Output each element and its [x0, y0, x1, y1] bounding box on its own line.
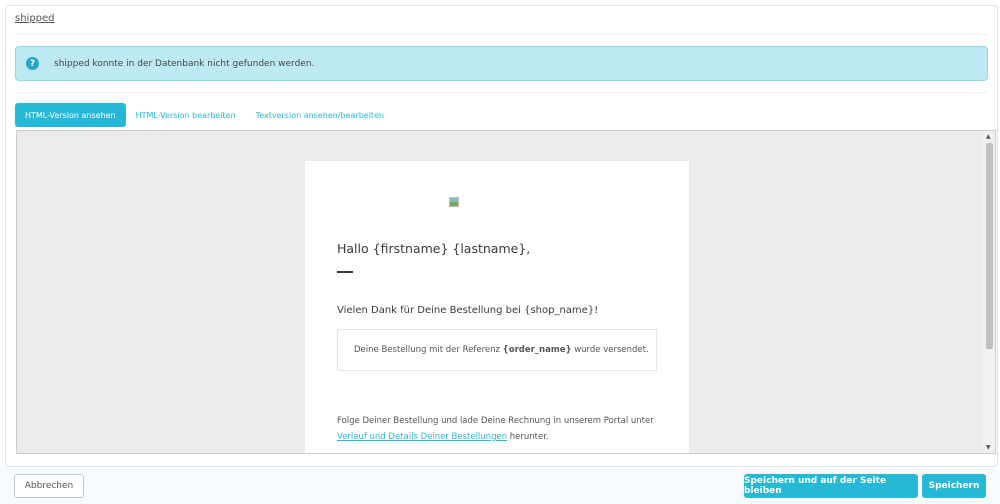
broken-logo-image-icon	[449, 197, 459, 207]
save-button[interactable]: Speichern	[922, 474, 986, 498]
box-text-pre: Deine Bestellung mit der Referenz	[354, 345, 503, 355]
info-alert: ? shipped konnte in der Datenbank nicht …	[15, 46, 988, 81]
order-history-link[interactable]: Verlauf und Details Deiner Bestellungen	[337, 432, 507, 442]
tab-html-view[interactable]: HTML-Version ansehen	[15, 103, 126, 127]
scroll-up-icon[interactable]: ▲	[986, 133, 991, 140]
divider	[337, 271, 353, 273]
alert-text: shipped konnte in der Datenbank nicht ge…	[54, 58, 315, 69]
order-info-box: Deine Bestellung mit der Referenz {order…	[337, 329, 657, 371]
follow-paragraph: Folge Deiner Bestellung und lade Deine R…	[337, 413, 654, 445]
email-greeting: Hallo {firstname} {lastname},	[337, 241, 531, 256]
save-and-stay-button[interactable]: Speichern und auf der Seite bleiben	[744, 474, 918, 498]
follow-text: Folge Deiner Bestellung und lade Deine R…	[337, 416, 654, 426]
question-circle-icon: ?	[26, 57, 39, 70]
tab-text-edit[interactable]: Textversion ansehen/bearbeiten	[246, 103, 394, 127]
divider	[15, 92, 988, 93]
template-title-link[interactable]: shipped	[15, 13, 55, 24]
scrollbar-thumb[interactable]	[986, 143, 993, 349]
tab-html-edit[interactable]: HTML-Version bearbeiten	[126, 103, 246, 127]
view-tabs: HTML-Version ansehen HTML-Version bearbe…	[15, 103, 394, 127]
main-panel: shipped ? shipped konnte in der Datenban…	[5, 5, 998, 467]
cancel-button[interactable]: Abbrechen	[14, 474, 84, 498]
box-text-post: wurde versendet.	[571, 345, 649, 355]
email-thanks: Vielen Dank für Deine Bestellung bei {sh…	[337, 305, 599, 316]
email-body: Hallo {firstname} {lastname}, Vielen Dan…	[305, 161, 689, 453]
footer-bar: Abbrechen Speichern und auf der Seite bl…	[0, 467, 1000, 504]
scroll-down-icon[interactable]: ▼	[986, 444, 991, 451]
follow-post: herunter.	[507, 432, 549, 442]
email-preview-frame: Hallo {firstname} {lastname}, Vielen Dan…	[16, 130, 996, 454]
divider	[15, 34, 988, 35]
order-name: {order_name}	[502, 345, 572, 355]
scrollbar[interactable]: ▲ ▼	[983, 131, 995, 453]
